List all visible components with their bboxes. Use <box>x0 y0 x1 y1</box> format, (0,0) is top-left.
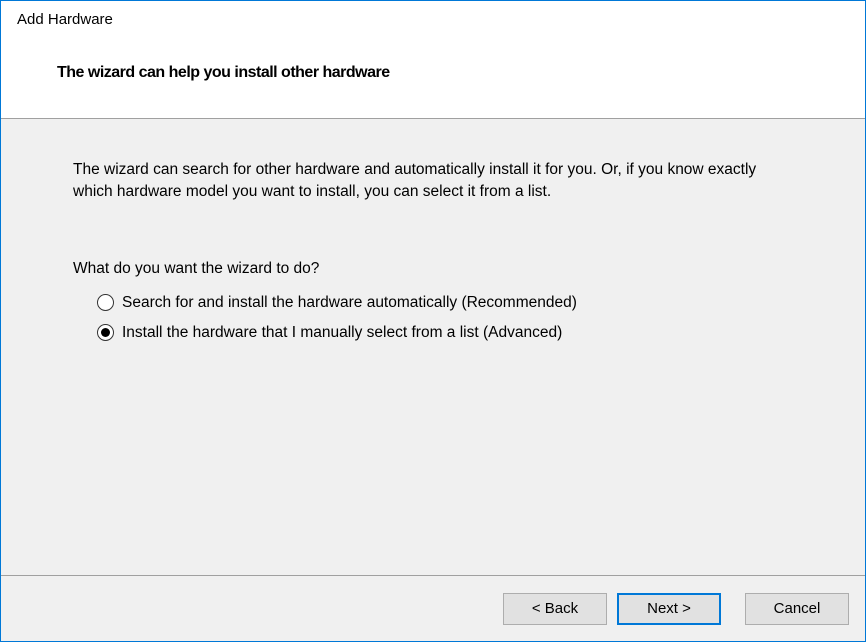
radio-icon <box>97 324 114 341</box>
wizard-heading: The wizard can help you install other ha… <box>57 64 849 82</box>
radio-label-auto: Search for and install the hardware auto… <box>122 294 577 312</box>
next-button[interactable]: Next > <box>617 593 721 625</box>
window-title: Add Hardware <box>17 11 849 28</box>
radio-option-auto[interactable]: Search for and install the hardware auto… <box>97 294 793 312</box>
radio-label-manual: Install the hardware that I manually sel… <box>122 324 562 342</box>
wizard-content: The wizard can search for other hardware… <box>1 119 865 575</box>
radio-group: Search for and install the hardware auto… <box>73 294 793 342</box>
cancel-button[interactable]: Cancel <box>745 593 849 625</box>
wizard-header: Add Hardware The wizard can help you ins… <box>1 1 865 118</box>
wizard-description: The wizard can search for other hardware… <box>73 159 793 204</box>
back-button[interactable]: < Back <box>503 593 607 625</box>
add-hardware-wizard: Add Hardware The wizard can help you ins… <box>0 0 866 642</box>
wizard-footer: < Back Next > Cancel <box>1 575 865 641</box>
radio-icon <box>97 294 114 311</box>
wizard-question: What do you want the wizard to do? <box>73 260 793 278</box>
radio-option-manual[interactable]: Install the hardware that I manually sel… <box>97 324 793 342</box>
